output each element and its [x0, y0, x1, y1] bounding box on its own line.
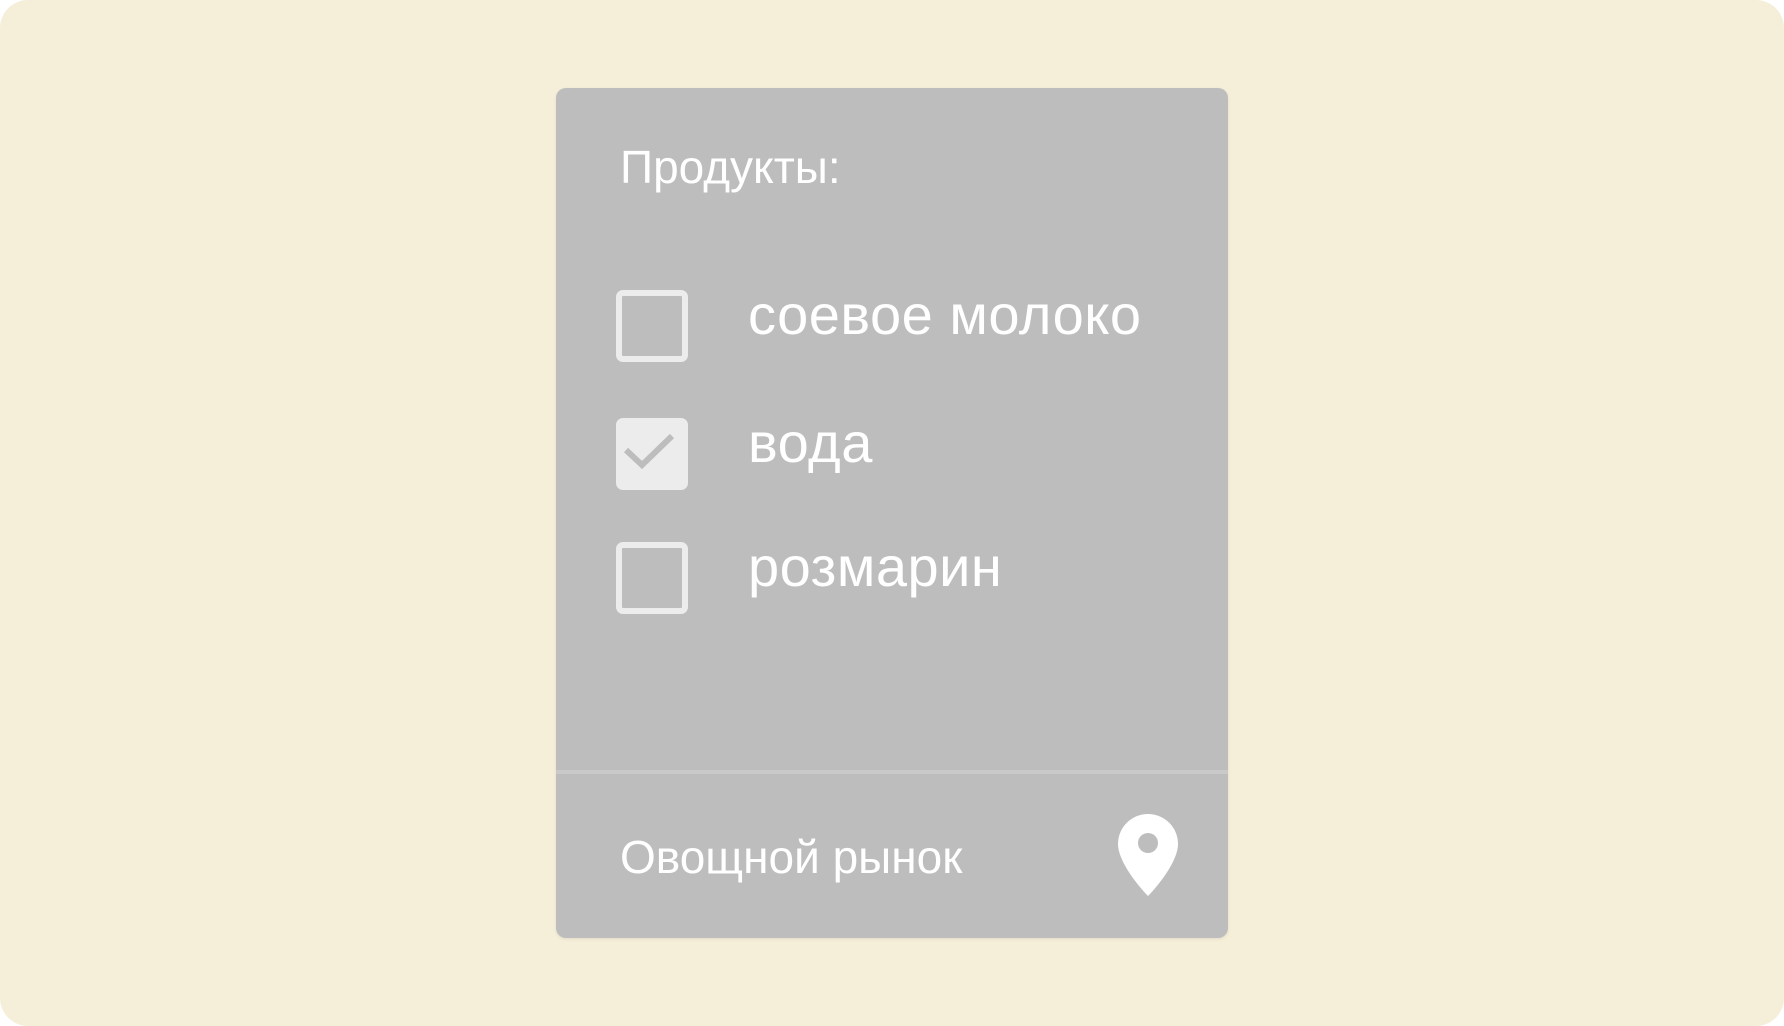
page-background: Продукты: соевое молоко вода розмарин Ов…	[0, 0, 1784, 1026]
checklist: соевое молоко вода розмарин	[616, 283, 1188, 670]
checkbox-unchecked[interactable]	[616, 290, 688, 362]
checkbox-unchecked[interactable]	[616, 542, 688, 614]
card-footer: Овощной рынок	[556, 774, 1228, 938]
checklist-item-water[interactable]: вода	[616, 411, 1188, 542]
checklist-item-label: соевое молоко	[748, 283, 1142, 346]
note-card[interactable]: Продукты: соевое молоко вода розмарин Ов…	[556, 88, 1228, 938]
checklist-item-label: розмарин	[748, 535, 1003, 598]
location-pin-icon[interactable]	[1118, 814, 1178, 896]
checkbox-checked[interactable]	[616, 418, 688, 490]
checklist-item-soy-milk[interactable]: соевое молоко	[616, 283, 1188, 418]
checklist-item-label: вода	[748, 411, 873, 474]
checklist-item-rosemary[interactable]: розмарин	[616, 535, 1188, 670]
checkmark-icon	[623, 433, 675, 470]
location-label: Овощной рынок	[620, 831, 963, 883]
card-title: Продукты:	[620, 141, 841, 193]
